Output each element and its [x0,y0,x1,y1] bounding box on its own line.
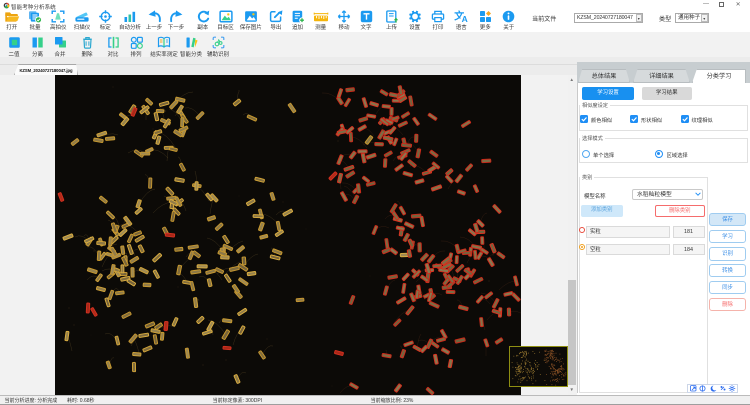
svg-text:A: A [462,14,468,23]
